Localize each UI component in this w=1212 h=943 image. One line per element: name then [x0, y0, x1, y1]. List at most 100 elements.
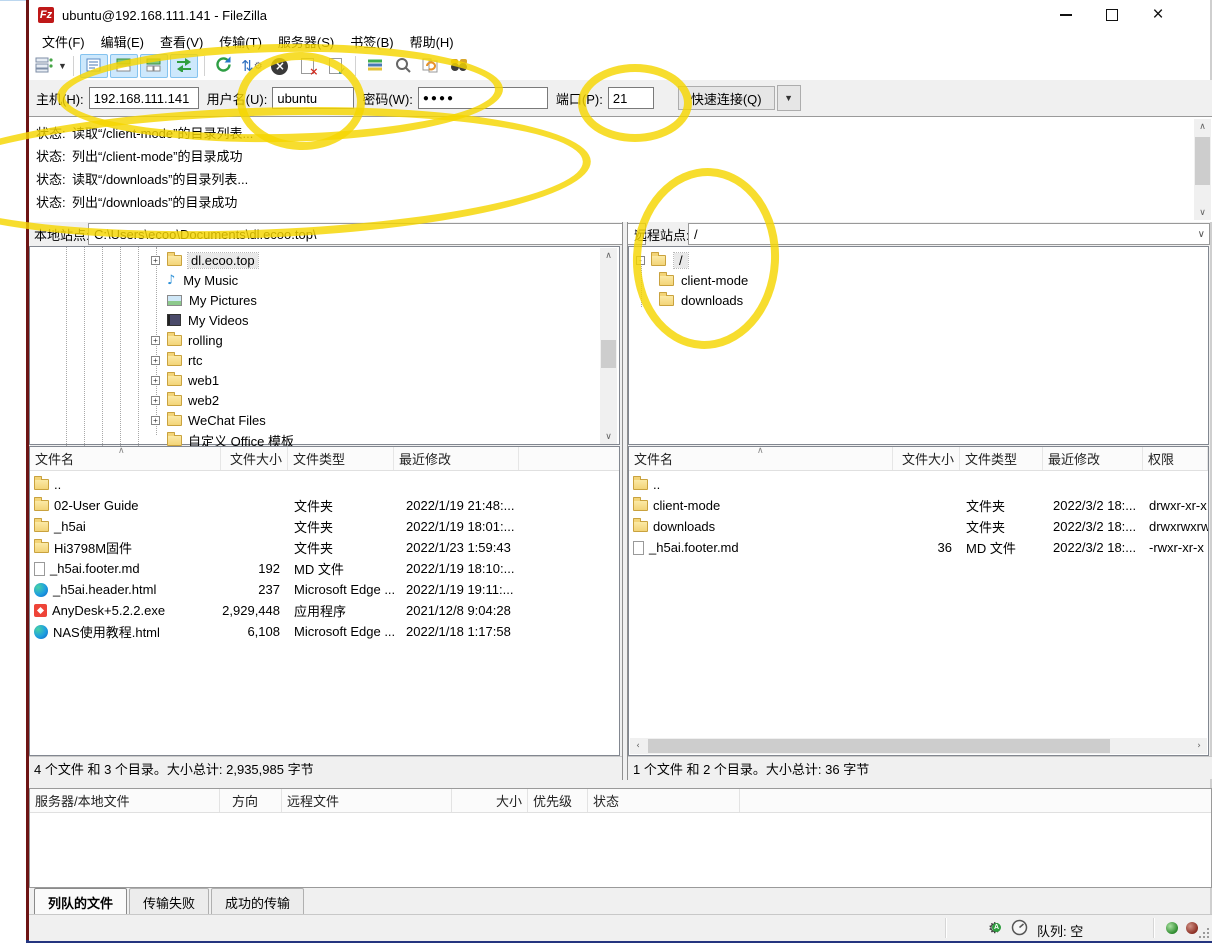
tree-item[interactable]: + WeChat Files	[151, 410, 266, 430]
file-row[interactable]: _h5ai.footer.md 192 MD 文件 2022/1/19 18:1…	[30, 558, 619, 579]
remote-list-hscrollbar-thumb[interactable]	[648, 739, 1110, 753]
tree-item[interactable]: + rolling	[151, 330, 223, 350]
column-header-modified[interactable]: 最近修改	[1043, 447, 1143, 470]
process-queue-button[interactable]: ⇅⚙	[239, 54, 265, 78]
tree-item[interactable]: My Videos	[167, 310, 248, 330]
tree-item[interactable]: My Pictures	[167, 290, 257, 310]
file-row[interactable]: AnyDesk+5.2.2.exe 2,929,448 应用程序 2021/12…	[30, 600, 619, 621]
tab-queued-files[interactable]: 列队的文件	[34, 888, 127, 917]
menu-help[interactable]: 帮助(H)	[402, 29, 462, 54]
tree-item[interactable]: - /	[636, 250, 688, 270]
scroll-up-icon[interactable]: ∧	[600, 248, 617, 263]
file-row[interactable]: 02-User Guide 文件夹 2022/1/19 21:48:...	[30, 495, 619, 516]
password-input[interactable]	[418, 87, 548, 109]
column-header-status[interactable]: 状态	[588, 789, 740, 812]
local-tree-scrollbar-thumb[interactable]	[601, 340, 616, 368]
username-input[interactable]	[272, 87, 354, 109]
local-site-label: 本地站点:	[30, 223, 94, 245]
expander-plus-icon[interactable]: +	[151, 396, 160, 405]
column-header-filename[interactable]: 文件名∧	[629, 447, 893, 470]
file-row[interactable]: _h5ai.footer.md 36 MD 文件 2022/3/2 18:...…	[629, 537, 1208, 558]
file-row[interactable]: downloads 文件夹 2022/3/2 18:... drwxrwxrwx	[629, 516, 1208, 537]
column-header-permissions[interactable]: 权限	[1143, 447, 1208, 470]
scroll-up-icon[interactable]: ∧	[1194, 119, 1211, 134]
filter-button[interactable]	[362, 54, 388, 78]
expander-plus-icon[interactable]: +	[151, 336, 160, 345]
file-row[interactable]: _h5ai.header.html 237 Microsoft Edge ...…	[30, 579, 619, 600]
column-header-server-localfile[interactable]: 服务器/本地文件	[30, 789, 220, 812]
toggle-queue-button[interactable]	[170, 54, 198, 78]
column-header-remotefile[interactable]: 远程文件	[282, 789, 452, 812]
menu-view[interactable]: 查看(V)	[152, 29, 211, 54]
scroll-down-icon[interactable]: ∨	[600, 429, 617, 444]
refresh-button[interactable]	[211, 54, 237, 78]
speed-limits-icon[interactable]	[1011, 919, 1028, 939]
toggle-local-tree-button[interactable]	[110, 54, 138, 78]
expander-plus-icon[interactable]: +	[151, 416, 160, 425]
folder-icon	[34, 542, 49, 553]
file-row[interactable]: client-mode 文件夹 2022/3/2 18:... drwxr-xr…	[629, 495, 1208, 516]
column-header-filesize[interactable]: 文件大小	[893, 447, 960, 470]
host-input[interactable]	[89, 87, 199, 109]
resize-grip[interactable]	[1199, 928, 1209, 938]
synchronized-browsing-button[interactable]	[418, 54, 444, 78]
tree-item[interactable]: ♪ My Music	[167, 270, 238, 290]
log-scrollbar-thumb[interactable]	[1195, 137, 1210, 185]
column-header-priority[interactable]: 优先级	[528, 789, 588, 812]
file-row[interactable]: ..	[629, 474, 1208, 495]
column-header-filetype[interactable]: 文件类型	[288, 447, 394, 470]
quickconnect-dropdown-button[interactable]: ▼	[777, 85, 801, 111]
disconnect-button[interactable]: ×	[295, 54, 321, 78]
remote-site-combo[interactable]: / ∨	[688, 223, 1210, 245]
auto-transfer-mode-icon[interactable]: ⚙A	[988, 919, 1001, 937]
find-button[interactable]	[446, 54, 472, 78]
tab-successful-transfers[interactable]: 成功的传输	[211, 888, 304, 917]
column-header-modified[interactable]: 最近修改	[394, 447, 519, 470]
column-header-filetype[interactable]: 文件类型	[960, 447, 1043, 470]
toggle-log-button[interactable]	[80, 54, 108, 78]
reconnect-button[interactable]: ✓	[323, 54, 349, 78]
file-row[interactable]: Hi3798M固件 文件夹 2022/1/23 1:59:43	[30, 537, 619, 558]
menu-transfer[interactable]: 传输(T)	[211, 29, 270, 54]
tree-item[interactable]: client-mode	[659, 270, 748, 290]
quickconnect-bar: 主机(H): 用户名(U): 密码(W): 端口(P): 快速连接(Q) ▼	[29, 80, 1212, 117]
expander-plus-icon[interactable]: +	[151, 356, 160, 365]
local-site-combo[interactable]: C:\Users\ecoo\Documents\dl.ecoo.top\ ∨	[88, 223, 646, 245]
expander-plus-icon[interactable]: +	[151, 256, 160, 265]
tree-item[interactable]: + rtc	[151, 350, 202, 370]
remote-list-hscrollbar[interactable]: ‹ ›	[630, 738, 1207, 754]
scroll-left-icon[interactable]: ‹	[630, 738, 646, 754]
tree-item[interactable]: + web2	[151, 390, 219, 410]
column-header-filename[interactable]: 文件名∧	[30, 447, 221, 470]
menu-file[interactable]: 文件(F)	[34, 29, 93, 54]
menu-edit[interactable]: 编辑(E)	[93, 29, 152, 54]
scroll-right-icon[interactable]: ›	[1191, 738, 1207, 754]
toggle-remote-tree-button[interactable]	[140, 54, 168, 78]
port-input[interactable]	[608, 87, 654, 109]
menu-server[interactable]: 服务器(S)	[270, 29, 342, 54]
maximize-button[interactable]	[1097, 3, 1127, 27]
expander-minus-icon[interactable]: -	[636, 256, 645, 265]
column-header-direction[interactable]: 方向	[220, 789, 282, 812]
local-tree-scrollbar[interactable]: ∧ ∨	[600, 248, 617, 444]
column-header-filesize[interactable]: 文件大小	[221, 447, 288, 470]
minimize-button[interactable]	[1051, 3, 1081, 27]
file-row[interactable]: _h5ai 文件夹 2022/1/19 18:01:...	[30, 516, 619, 537]
tree-item[interactable]: + dl.ecoo.top	[151, 250, 258, 270]
file-row[interactable]: ..	[30, 474, 619, 495]
chevron-down-icon[interactable]: ∨	[1198, 229, 1205, 240]
menu-bookmarks[interactable]: 书签(B)	[342, 29, 401, 54]
cancel-button[interactable]: ×	[267, 54, 293, 78]
tree-item[interactable]: downloads	[659, 290, 743, 310]
scroll-down-icon[interactable]: ∨	[1194, 205, 1211, 220]
log-scrollbar[interactable]: ∧ ∨	[1194, 119, 1211, 220]
site-manager-button[interactable]: ▼	[35, 54, 67, 78]
expander-plus-icon[interactable]: +	[151, 376, 160, 385]
quickconnect-button[interactable]: 快速连接(Q)	[678, 86, 775, 110]
file-row[interactable]: NAS使用教程.html 6,108 Microsoft Edge ... 20…	[30, 621, 619, 642]
tab-failed-transfers[interactable]: 传输失败	[129, 888, 209, 917]
close-button[interactable]: ×	[1143, 3, 1173, 27]
compare-button[interactable]	[390, 54, 416, 78]
tree-item[interactable]: + web1	[151, 370, 219, 390]
column-header-size[interactable]: 大小	[452, 789, 528, 812]
